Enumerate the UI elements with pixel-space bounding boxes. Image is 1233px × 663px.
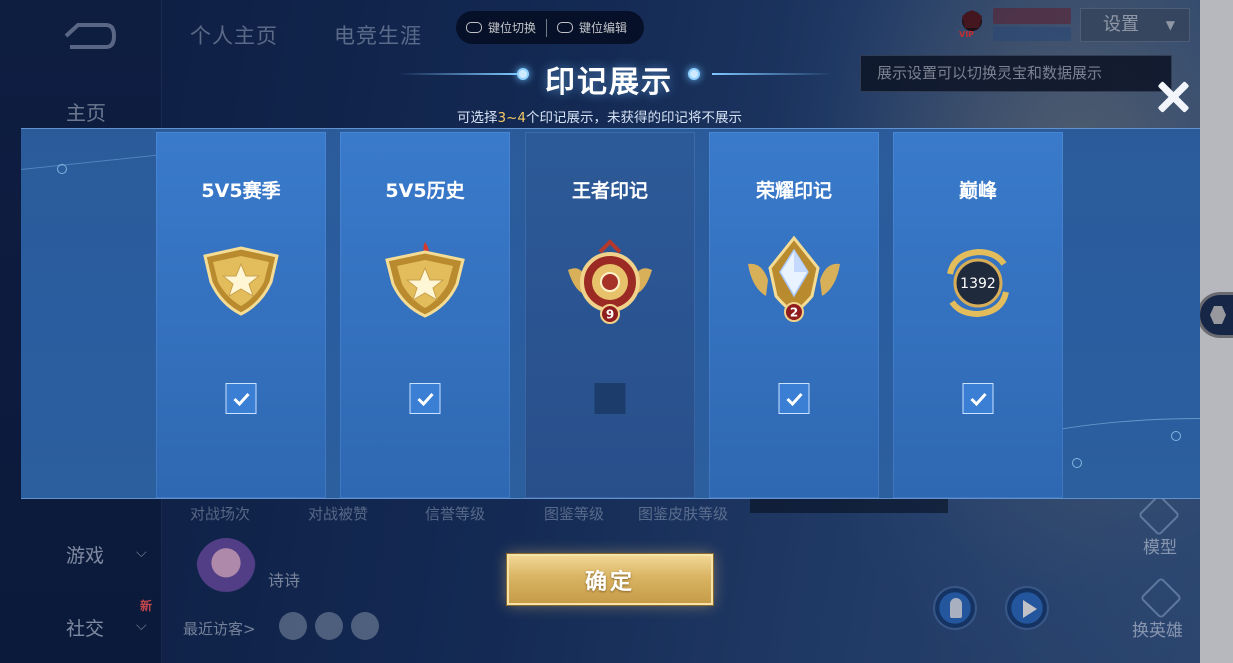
mark-checkbox[interactable] bbox=[409, 383, 441, 414]
flame-star-shield-badge-icon bbox=[385, 242, 465, 318]
mark-card-king-mark[interactable]: 王者印记 9 bbox=[525, 132, 695, 498]
peak-score: 1392 bbox=[960, 276, 996, 292]
title-decoration-left bbox=[398, 73, 518, 75]
mark-card-5v5-history[interactable]: 5V5历史 bbox=[340, 132, 510, 498]
card-title: 5V5赛季 bbox=[201, 180, 281, 202]
mark-checkbox[interactable] bbox=[225, 383, 257, 414]
modal-subtitle: 可选择3~4个印记展示，未获得的印记将不展示 bbox=[457, 106, 742, 126]
card-title: 巅峰 bbox=[958, 180, 997, 202]
king-mark-badge-icon: 9 bbox=[568, 239, 652, 324]
title-orb-icon bbox=[688, 68, 700, 80]
title-orb-icon bbox=[517, 68, 529, 80]
mark-card-peak[interactable]: 巅峰 1392 bbox=[893, 132, 1063, 498]
king-mark-number: 9 bbox=[606, 308, 614, 322]
checkmark-icon bbox=[785, 392, 803, 406]
mark-checkbox[interactable] bbox=[778, 383, 810, 414]
modal-title: 印记展示 bbox=[545, 65, 673, 100]
subtitle-suffix: 个印记展示，未获得的印记将不展示 bbox=[526, 110, 742, 126]
card-title: 5V5历史 bbox=[385, 180, 465, 202]
star-shield-badge-icon bbox=[203, 246, 279, 316]
mark-card-5v5-season[interactable]: 5V5赛季 bbox=[156, 132, 326, 498]
decorative-dot bbox=[57, 164, 67, 174]
checkmark-icon bbox=[969, 392, 987, 406]
peak-score-badge-icon: 1392 bbox=[947, 248, 1009, 318]
close-icon[interactable] bbox=[1154, 78, 1192, 116]
subtitle-prefix: 可选择 bbox=[457, 110, 498, 126]
mark-checkbox[interactable] bbox=[962, 383, 994, 414]
glory-crystal-badge-icon: 2 bbox=[748, 235, 840, 322]
checkmark-icon bbox=[232, 392, 250, 406]
glory-mark-number: 2 bbox=[790, 306, 798, 320]
subtitle-range: 3~4 bbox=[497, 110, 527, 126]
mark-card-glory-mark[interactable]: 荣耀印记 2 bbox=[709, 132, 879, 498]
mark-checkbox[interactable] bbox=[594, 383, 626, 414]
card-title: 王者印记 bbox=[571, 180, 648, 202]
title-decoration-right bbox=[712, 73, 832, 75]
confirm-button[interactable]: 确定 bbox=[507, 554, 713, 605]
card-title: 荣耀印记 bbox=[755, 180, 832, 202]
checkmark-icon bbox=[416, 392, 434, 406]
